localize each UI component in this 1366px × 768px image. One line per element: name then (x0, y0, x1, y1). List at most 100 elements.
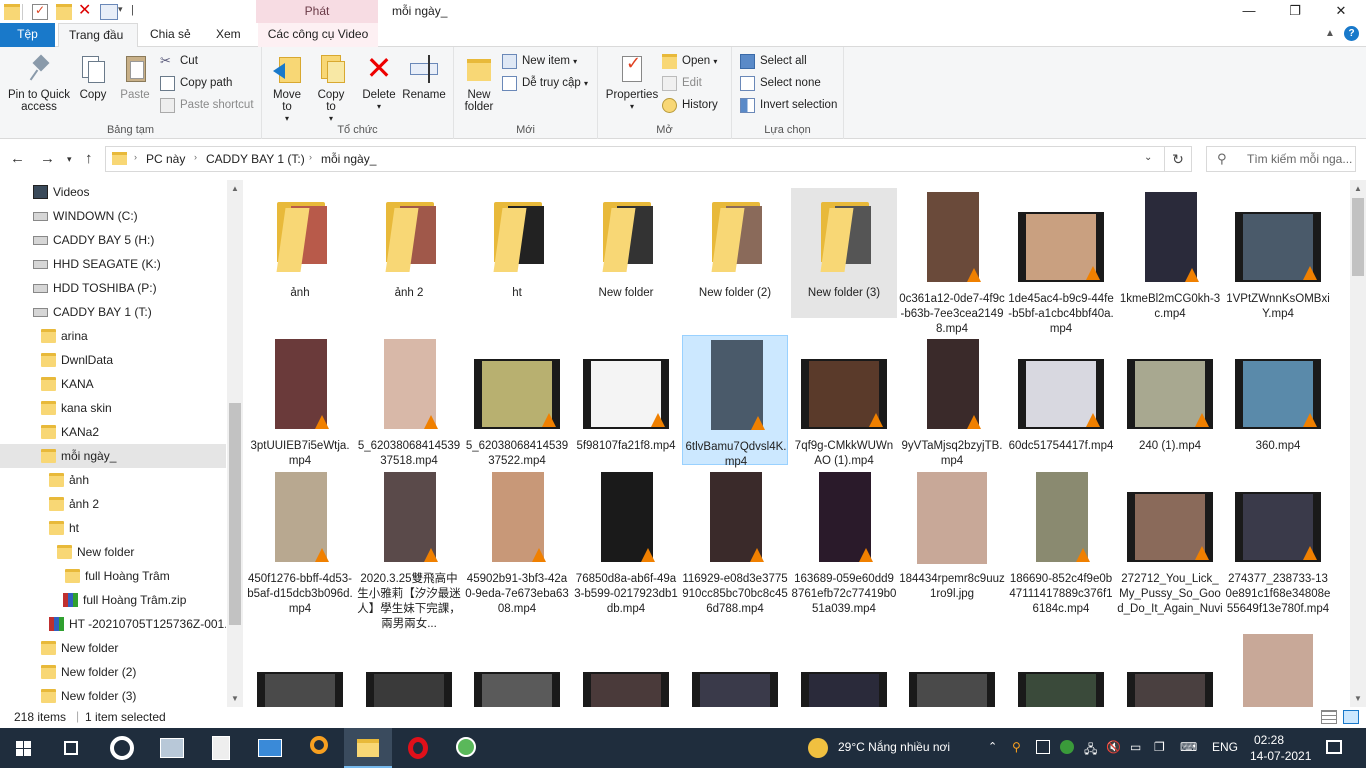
nav-item[interactable]: full Hoàng Trâm (0, 564, 226, 588)
file-item[interactable] (899, 664, 1005, 707)
nav-item[interactable]: full Hoàng Trâm.zip (0, 588, 226, 612)
file-item[interactable]: 1kmeBl2mCG0kh-3c.mp4 (1117, 188, 1223, 320)
weather-text[interactable]: 29°C Nắng nhiều nơi (838, 740, 950, 754)
copy-to-button[interactable]: Copy to ▾ (312, 53, 350, 125)
properties-quick-icon[interactable]: ✓ (32, 3, 48, 20)
select-all-button[interactable]: Select all (740, 52, 807, 72)
file-item[interactable] (1225, 634, 1331, 707)
nav-item[interactable]: ảnh 2 (0, 492, 226, 516)
properties-button[interactable]: ✓ Properties ▾ (604, 53, 660, 113)
large-icons-view-icon[interactable] (1343, 710, 1359, 724)
forward-arrow-icon[interactable]: → (40, 150, 55, 167)
tray-search-icon[interactable]: ⚲ (1012, 740, 1021, 754)
file-item[interactable] (356, 664, 462, 707)
search-box[interactable]: ⚲ Tìm kiếm mỗi nga... (1206, 146, 1356, 172)
folder-item[interactable]: New folder (573, 188, 679, 318)
rename-quick-icon[interactable] (100, 4, 118, 20)
open-button[interactable]: Open ▾ (662, 52, 717, 72)
file-item[interactable] (573, 664, 679, 707)
paste-shortcut-button[interactable]: Paste shortcut (160, 96, 254, 116)
nav-item[interactable]: HDD TOSHIBA (P:) (0, 276, 226, 300)
move-to-button[interactable]: Move to ▾ (268, 53, 306, 125)
nav-item[interactable]: mỗi ngày_ (0, 444, 226, 468)
help-icon[interactable]: ? (1344, 26, 1359, 41)
address-history-chevron-icon[interactable]: ⌄ (1144, 152, 1152, 163)
input-language[interactable]: ENG (1212, 740, 1238, 754)
collapse-ribbon-icon[interactable]: ▲ (1325, 28, 1335, 39)
keyboard-icon[interactable]: ⌨ (1180, 740, 1197, 754)
file-item[interactable] (464, 664, 570, 707)
file-item[interactable] (1008, 664, 1114, 707)
nav-item[interactable]: ảnh (0, 468, 226, 492)
volume-muted-icon[interactable]: 🔇 (1106, 740, 1121, 754)
tray-network-icon[interactable]: 🖧 (1084, 740, 1097, 761)
customize-qat-chevron-icon[interactable]: ▾ (118, 4, 123, 15)
file-item[interactable]: 1VPtZWnnKsOMBxiY.mp4 (1225, 188, 1331, 320)
address-bar[interactable]: › PC này › CADDY BAY 1 (T:) › mỗi ngày_ … (105, 146, 1165, 172)
recent-locations-chevron-icon[interactable]: ▾ (67, 154, 72, 165)
nav-scrollbar-thumb[interactable] (229, 403, 241, 625)
breadcrumb-folder[interactable]: mỗi ngày_ (321, 152, 376, 166)
clock-time[interactable]: 02:28 (1254, 733, 1284, 747)
file-item[interactable]: 2020.3.25雙飛高中生小雅莉【汐汐最迷人】學生妹下完課，兩男兩女... (356, 468, 462, 630)
start-button[interactable] (0, 728, 48, 768)
file-item[interactable] (1117, 664, 1223, 707)
notifications-icon[interactable] (1326, 740, 1342, 754)
obs-icon[interactable] (98, 728, 146, 768)
edit-button[interactable]: Edit (662, 74, 702, 94)
cut-button[interactable]: ✂ Cut (160, 52, 198, 72)
clock-date[interactable]: 14-07-2021 (1250, 749, 1311, 763)
file-item[interactable] (247, 664, 353, 707)
file-item[interactable]: 272712_You_Lick_My_Pussy_So_Good_Do_It_A… (1117, 468, 1223, 624)
nav-item[interactable]: KANa2 (0, 420, 226, 444)
close-button[interactable]: ✕ (1318, 0, 1364, 23)
folder-item[interactable]: New folder (2) (682, 188, 788, 318)
tray-copy-icon[interactable]: ❐ (1154, 740, 1165, 754)
pin-quick-access-button[interactable]: Pin to Quick access (4, 53, 74, 113)
task-view-icon[interactable] (48, 728, 96, 768)
maximize-button[interactable]: ❐ (1272, 0, 1318, 23)
file-item[interactable]: 9yVTaMjsq2bzyjTB.mp4 (899, 335, 1005, 467)
file-item[interactable]: 184434rpemr8c9uuz1ro9l.jpg (899, 468, 1005, 624)
tab-home[interactable]: Trang đầu (58, 23, 138, 48)
file-explorer-taskbar-icon[interactable] (344, 728, 392, 768)
nav-item[interactable]: Videos (0, 180, 226, 204)
green-app-icon[interactable] (442, 728, 490, 768)
tab-video-tools[interactable]: Các công cụ Video (258, 23, 378, 47)
folder-item[interactable]: New folder (3) (791, 188, 897, 318)
details-view-icon[interactable] (1321, 710, 1337, 724)
file-item[interactable]: 5_6203806841453937522.mp4 (464, 335, 570, 467)
copy-path-button[interactable]: Copy path (160, 74, 232, 94)
folder-item[interactable]: ht (464, 188, 570, 318)
back-arrow-icon[interactable]: ← (10, 150, 25, 167)
file-item[interactable]: 7qf9g-CMkkWUWnAO (1).mp4 (791, 335, 897, 467)
content-scrollbar-thumb[interactable] (1352, 198, 1364, 276)
file-item[interactable] (791, 664, 897, 707)
nav-item[interactable]: HHD SEAGATE (K:) (0, 252, 226, 276)
folder-item[interactable]: ảnh 2 (356, 188, 462, 318)
photo-app-icon[interactable] (148, 728, 196, 768)
refresh-icon[interactable]: ↻ (1165, 146, 1192, 172)
nav-item[interactable]: arina (0, 324, 226, 348)
file-item[interactable]: 0c361a12-0de7-4f9c-b63b-7ee3cea21498.mp4 (899, 188, 1005, 335)
nav-item[interactable]: New folder (2) (0, 660, 226, 684)
nav-item[interactable]: New folder (0, 540, 226, 564)
nav-item[interactable]: CADDY BAY 5 (H:) (0, 228, 226, 252)
invert-selection-button[interactable]: Invert selection (740, 96, 837, 116)
file-item[interactable] (682, 664, 788, 707)
delete-button[interactable]: ✕ Delete ▾ (360, 52, 398, 113)
file-item[interactable]: 5f98107fa21f8.mp4 (573, 335, 679, 465)
file-item[interactable]: 3ptUUIEB7i5eWtja.mp4 (247, 335, 353, 467)
delete-quick-icon[interactable]: ✕ (78, 3, 94, 20)
file-item[interactable]: 186690-852c4f9e0b47111417889c376f16184c.… (1008, 468, 1114, 624)
file-item[interactable]: 450f1276-bbff-4d53-b5af-d15dcb3b096d.mp4 (247, 468, 353, 624)
select-none-button[interactable]: Select none (740, 74, 821, 94)
breadcrumb-drive[interactable]: CADDY BAY 1 (T:) (206, 152, 305, 166)
folder-item[interactable]: ảnh (247, 188, 353, 318)
tray-display-icon[interactable]: ▭ (1130, 740, 1141, 754)
nav-item[interactable]: kana skin (0, 396, 226, 420)
file-item[interactable]: 163689-059e60dd98761efb72c77419b051a039.… (791, 468, 897, 624)
tab-share[interactable]: Chia sẻ (140, 23, 201, 47)
app-window-icon[interactable] (246, 728, 294, 768)
tab-file[interactable]: Tệp (0, 23, 55, 47)
